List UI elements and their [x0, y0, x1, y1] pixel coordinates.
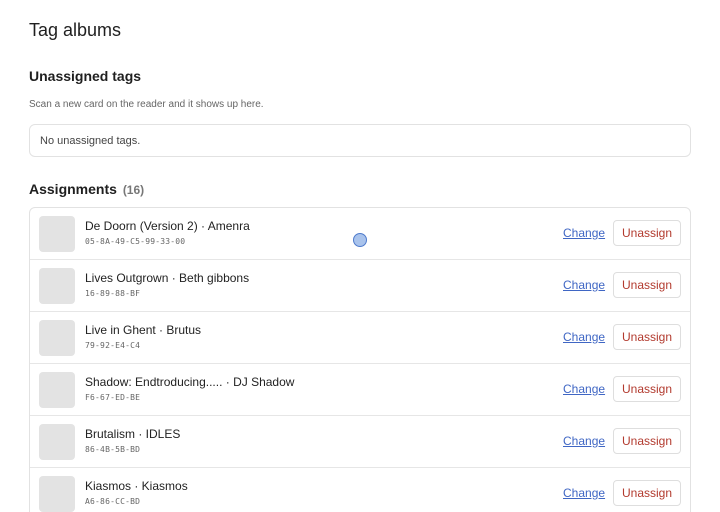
tag-albums-page: Tag albums Unassigned tags Scan a new ca…	[0, 0, 720, 512]
unassign-button[interactable]: Unassign	[613, 428, 681, 454]
unassign-button[interactable]: Unassign	[613, 480, 681, 506]
assignment-row: Lives Outgrown · Beth gibbons 16-89-88-B…	[30, 260, 690, 312]
album-title: De Doorn (Version 2) · Amenra	[85, 219, 250, 233]
change-link[interactable]: Change	[563, 486, 605, 500]
assignments-heading: Assignments (16)	[29, 181, 144, 197]
album-title: Brutalism · IDLES	[85, 427, 181, 441]
assignment-row: Brutalism · IDLES 86-4B-5B-BD Change Una…	[30, 416, 690, 468]
album-thumbnail	[39, 372, 75, 408]
album-thumbnail	[39, 216, 75, 252]
tag-uid: 86-4B-5B-BD	[85, 445, 141, 454]
page-title: Tag albums	[29, 20, 122, 40]
tag-uid: 05-8A-49-C5-99-33-00	[85, 237, 186, 246]
unassigned-tags-empty-box: No unassigned tags.	[29, 124, 691, 157]
assignments-count: (16)	[122, 183, 145, 197]
unassign-button[interactable]: Unassign	[613, 376, 681, 402]
tag-uid: A6-86-CC-BD	[85, 497, 141, 506]
change-link[interactable]: Change	[563, 330, 605, 344]
tag-uid: 79-92-E4-C4	[85, 341, 141, 350]
unassign-button[interactable]: Unassign	[613, 324, 681, 350]
album-thumbnail	[39, 268, 75, 304]
assignment-row: Kiasmos · Kiasmos A6-86-CC-BD Change Una…	[30, 468, 690, 512]
unassigned-helper-text: Scan a new card on the reader and it sho…	[29, 99, 264, 110]
album-title: Shadow: Endtroducing..... · DJ Shadow	[85, 375, 295, 389]
unassign-button[interactable]: Unassign	[613, 272, 681, 298]
album-title: Live in Ghent · Brutus	[85, 323, 202, 337]
change-link[interactable]: Change	[563, 434, 605, 448]
album-thumbnail	[39, 320, 75, 356]
change-link[interactable]: Change	[563, 226, 605, 240]
unassign-button[interactable]: Unassign	[613, 220, 681, 246]
assignments-heading-label: Assignments	[29, 181, 117, 197]
assignment-row: Shadow: Endtroducing..... · DJ Shadow F6…	[30, 364, 690, 416]
album-thumbnail	[39, 424, 75, 460]
tag-uid: F6-67-ED-BE	[85, 393, 141, 402]
album-title: Lives Outgrown · Beth gibbons	[85, 271, 250, 285]
album-thumbnail	[39, 476, 75, 512]
album-title: Kiasmos · Kiasmos	[85, 479, 188, 493]
tag-uid: 16-89-88-BF	[85, 289, 141, 298]
empty-message: No unassigned tags.	[40, 134, 141, 147]
change-link[interactable]: Change	[563, 278, 605, 292]
unassigned-tags-heading: Unassigned tags	[29, 68, 142, 84]
assignment-row: Live in Ghent · Brutus 79-92-E4-C4 Chang…	[30, 312, 690, 364]
assignments-list: De Doorn (Version 2) · Amenra 05-8A-49-C…	[29, 207, 691, 512]
mouse-cursor-indicator	[353, 233, 367, 247]
change-link[interactable]: Change	[563, 382, 605, 396]
